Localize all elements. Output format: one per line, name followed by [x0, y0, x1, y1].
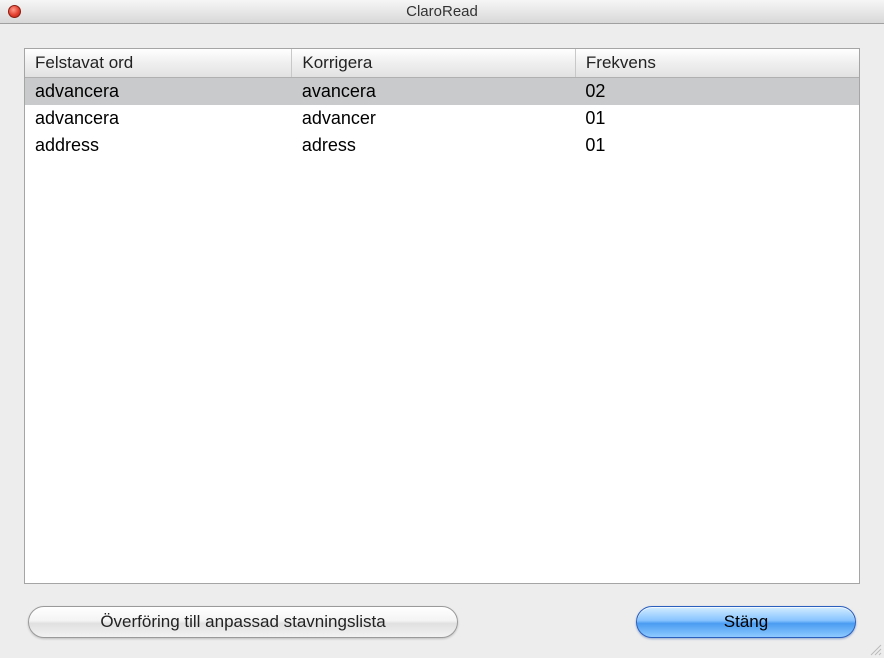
- window-title: ClaroRead: [406, 3, 478, 20]
- window-content: Felstavat ord Korrigera Frekvens advance…: [0, 24, 884, 658]
- col-header-correct[interactable]: Korrigera: [292, 49, 576, 78]
- cell-correct: advancer: [292, 105, 576, 132]
- col-header-frequency[interactable]: Frekvens: [575, 49, 859, 78]
- table-header-row: Felstavat ord Korrigera Frekvens: [25, 49, 859, 78]
- spelling-table: Felstavat ord Korrigera Frekvens advance…: [25, 49, 859, 159]
- close-icon[interactable]: [8, 5, 21, 18]
- cell-frequency: 02: [575, 78, 859, 106]
- table-row[interactable]: addressadress01: [25, 132, 859, 159]
- cell-correct: adress: [292, 132, 576, 159]
- close-button[interactable]: Stäng: [636, 606, 856, 638]
- resize-grip-icon[interactable]: [868, 642, 882, 656]
- cell-misspelled: address: [25, 132, 292, 159]
- cell-correct: avancera: [292, 78, 576, 106]
- table-row[interactable]: advanceraavancera02: [25, 78, 859, 106]
- cell-frequency: 01: [575, 132, 859, 159]
- cell-misspelled: advancera: [25, 78, 292, 106]
- col-header-misspelled[interactable]: Felstavat ord: [25, 49, 292, 78]
- button-row: Överföring till anpassad stavningslista …: [24, 606, 860, 638]
- cell-frequency: 01: [575, 105, 859, 132]
- transfer-button[interactable]: Överföring till anpassad stavningslista: [28, 606, 458, 638]
- spelling-table-container: Felstavat ord Korrigera Frekvens advance…: [24, 48, 860, 584]
- table-row[interactable]: advanceraadvancer01: [25, 105, 859, 132]
- cell-misspelled: advancera: [25, 105, 292, 132]
- titlebar: ClaroRead: [0, 0, 884, 24]
